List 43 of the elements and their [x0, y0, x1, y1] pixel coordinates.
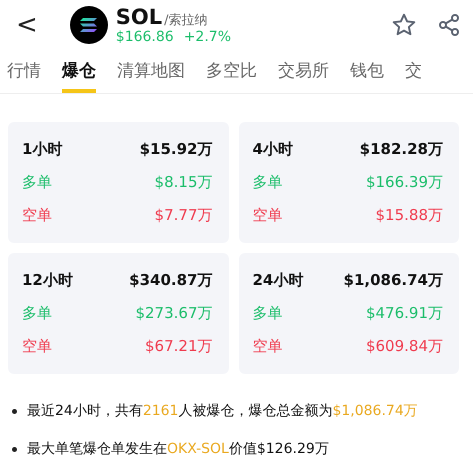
position-label: 多单 — [252, 304, 282, 323]
position-amount: $67.21万 — [145, 337, 212, 356]
period-label: 4小时 — [252, 140, 293, 159]
coin-price: $166.86 — [116, 29, 174, 45]
tab[interactable]: 清算地图 — [117, 58, 185, 93]
position-amount: $609.84万 — [366, 337, 443, 356]
coin-symbol: SOL — [116, 5, 162, 29]
total-amount: $1,086.74万 — [344, 271, 443, 290]
position-label: 多单 — [22, 173, 52, 192]
period-label: 1小时 — [22, 140, 62, 159]
period-label: 24小时 — [252, 271, 304, 290]
position-label: 多单 — [252, 173, 282, 192]
position-label: 空单 — [22, 337, 52, 356]
period-label: 12小时 — [22, 271, 73, 290]
summary-text: 最大单笔爆仓单发生在OKX-SOL价值$126.29万 — [27, 440, 329, 458]
position-label: 多单 — [22, 304, 52, 323]
tab[interactable]: 交易所 — [278, 58, 329, 93]
total-amount: $340.87万 — [129, 271, 212, 290]
position-label: 空单 — [252, 206, 282, 225]
summary-text: 最近24小时，共有2161人被爆仓，爆仓总金额为$1,086.74万 — [27, 402, 418, 420]
position-amount: $273.67万 — [135, 304, 212, 323]
bullet-icon — [12, 408, 17, 414]
position-amount: $166.39万 — [366, 173, 443, 192]
bullet-icon — [12, 446, 17, 452]
tab[interactable]: 爆仓 — [62, 58, 96, 93]
coin-logo-icon — [70, 6, 108, 44]
tab[interactable]: 交 — [405, 58, 422, 93]
position-label: 空单 — [22, 206, 52, 225]
total-amount: $15.92万 — [140, 140, 212, 159]
position-amount: $8.15万 — [154, 173, 212, 192]
price-change: +2.7% — [184, 29, 232, 45]
back-button[interactable]: < — [8, 10, 46, 40]
position-amount: $7.77万 — [154, 206, 212, 225]
tab[interactable]: 多空比 — [206, 58, 257, 93]
total-amount: $182.28万 — [360, 140, 443, 159]
position-label: 空单 — [252, 337, 282, 356]
tab[interactable]: 行情 — [7, 58, 41, 93]
position-amount: $476.91万 — [366, 304, 443, 323]
share-icon[interactable] — [437, 13, 461, 37]
position-amount: $15.88万 — [376, 206, 443, 225]
tab[interactable]: 钱包 — [350, 58, 384, 93]
star-icon[interactable] — [391, 12, 417, 38]
coin-name: /索拉纳 — [164, 12, 208, 29]
